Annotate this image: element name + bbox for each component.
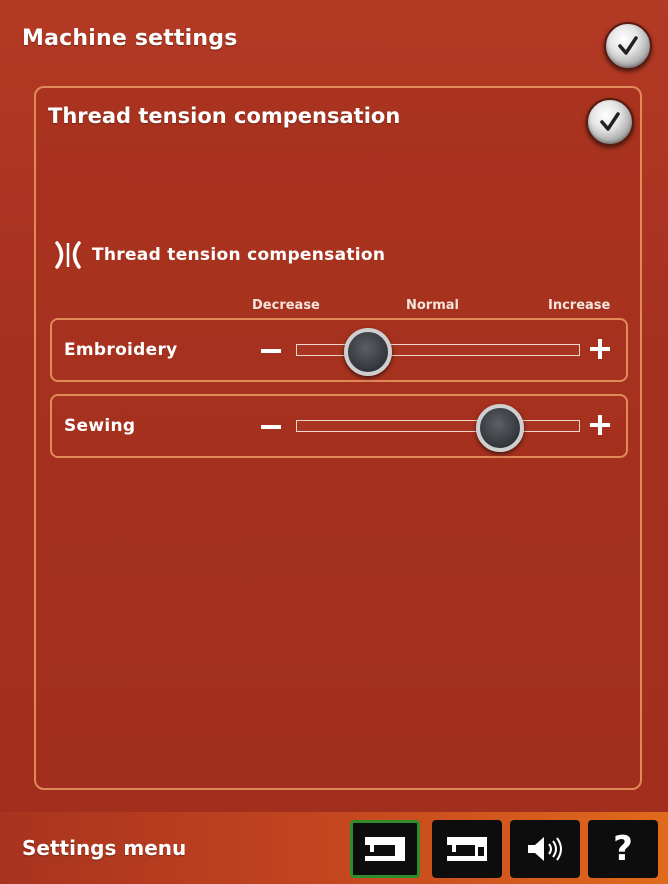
scale-normal-label: Normal	[406, 298, 459, 313]
tab-sound[interactable]	[510, 820, 580, 878]
screen: Machine settings Thread tension compensa…	[0, 0, 668, 884]
embroidery-decrease-button[interactable]	[260, 342, 282, 360]
checkmark-icon	[618, 36, 638, 55]
speaker-icon	[528, 837, 562, 861]
sewing-label: Sewing	[64, 416, 136, 436]
confirm-thread-tension-button[interactable]	[586, 98, 634, 146]
confirm-machine-settings-button[interactable]	[604, 22, 652, 70]
sewing-slider-track[interactable]	[296, 404, 580, 452]
embroidery-slider-knob[interactable]	[343, 328, 392, 376]
sewing-decrease-button[interactable]	[260, 418, 282, 436]
thread-tension-icon	[55, 241, 81, 269]
machine-settings-icon	[447, 837, 487, 861]
title-bar: Machine settings	[0, 0, 668, 80]
panel-title: Thread tension compensation	[48, 104, 401, 128]
checkmark-icon	[600, 112, 620, 131]
thread-tension-setting: Thread tension compensation	[54, 240, 385, 270]
embroidery-slider-track[interactable]	[296, 328, 580, 376]
help-icon: ?	[613, 829, 633, 869]
tab-sewing-machine[interactable]	[350, 820, 420, 878]
embroidery-slider-row: Embroidery	[50, 318, 628, 382]
settings-menu-title: Settings menu	[22, 836, 187, 860]
sewing-machine-icon	[365, 837, 405, 861]
sewing-increase-button[interactable]	[588, 413, 612, 437]
thread-tension-panel: Thread tension compensation Thread tensi…	[34, 86, 642, 790]
sewing-slider-knob[interactable]	[476, 404, 525, 452]
scale-increase-label: Increase	[548, 298, 611, 313]
embroidery-label: Embroidery	[64, 340, 178, 360]
tab-help[interactable]: ?	[588, 820, 658, 878]
sewing-slider-row: Sewing	[50, 394, 628, 458]
page-title: Machine settings	[22, 26, 238, 51]
bottom-bar: Settings menu ?	[0, 812, 668, 884]
scale-decrease-label: Decrease	[252, 298, 320, 313]
embroidery-increase-button[interactable]	[588, 337, 612, 361]
thread-tension-label: Thread tension compensation	[92, 245, 386, 265]
tab-machine-settings[interactable]	[432, 820, 502, 878]
